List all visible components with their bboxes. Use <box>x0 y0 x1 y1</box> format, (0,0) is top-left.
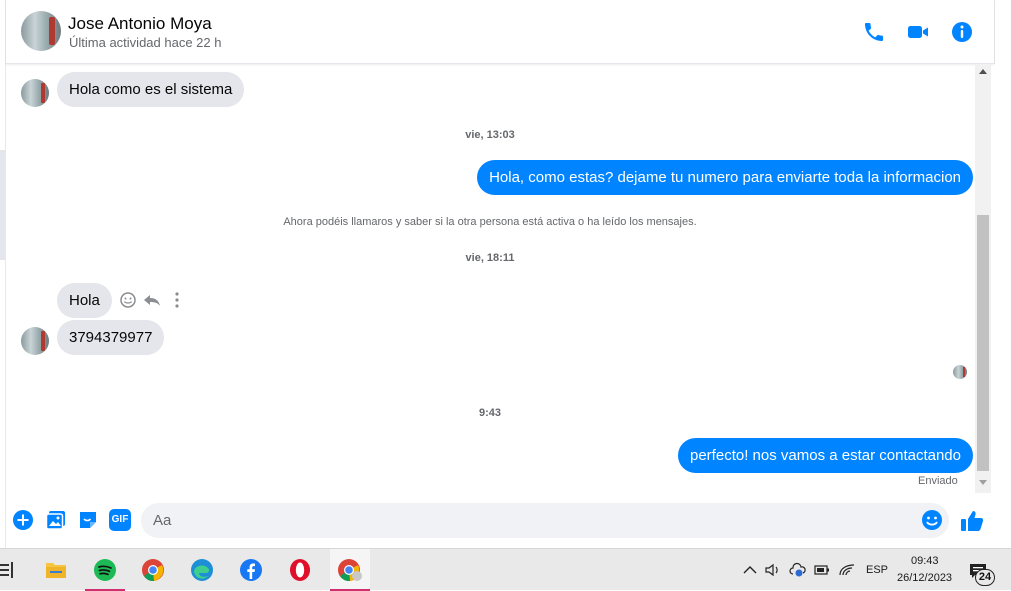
gif-icon[interactable]: GIF <box>109 509 131 531</box>
scroll-up-arrow-icon[interactable] <box>979 69 987 74</box>
chevron-up-icon[interactable] <box>741 561 759 579</box>
spotify-app[interactable] <box>85 549 125 591</box>
conversation-header: Jose Antonio Moya Última actividad hace … <box>6 0 994 64</box>
outgoing-message[interactable]: perfecto! nos vamos a estar contactando <box>678 438 973 473</box>
window-border-right <box>994 0 995 64</box>
video-call-icon[interactable] <box>906 20 930 44</box>
message-composer: GIF <box>6 496 994 548</box>
incoming-message[interactable]: 3794379977 <box>57 320 165 355</box>
incoming-message[interactable]: Hola <box>57 283 112 318</box>
facebook-icon <box>240 559 262 581</box>
task-view-icon[interactable] <box>0 562 14 578</box>
battery-icon[interactable] <box>813 561 831 579</box>
add-icon[interactable] <box>12 509 34 531</box>
input-language[interactable]: ESP <box>866 564 888 576</box>
like-icon[interactable] <box>960 509 984 533</box>
chrome-profile-app[interactable] <box>330 549 370 591</box>
more-options-icon[interactable] <box>168 291 186 309</box>
left-panel-edge <box>0 150 5 260</box>
notification-count-badge[interactable]: 24 <box>975 569 995 586</box>
emoji-icon[interactable] <box>921 509 943 531</box>
sticker-icon[interactable] <box>77 509 99 531</box>
message-input[interactable] <box>141 503 949 538</box>
edge-icon <box>191 559 213 581</box>
seen-indicator-avatar <box>953 365 967 379</box>
folder-icon <box>46 563 66 578</box>
phone-icon[interactable] <box>862 20 886 44</box>
message-thread[interactable]: Hola como es el sistema vie, 13:03 Hola,… <box>6 65 974 493</box>
contact-avatar[interactable] <box>21 11 61 51</box>
reply-icon[interactable] <box>143 291 161 309</box>
thread-scrollbar[interactable] <box>975 65 991 493</box>
volume-icon[interactable] <box>764 561 782 579</box>
outgoing-message[interactable]: Hola, como estas? dejame tu numero para … <box>477 160 973 195</box>
opera-icon <box>290 559 310 581</box>
edge-app[interactable] <box>182 549 222 591</box>
chrome-profile-icon <box>338 559 362 582</box>
opera-app[interactable] <box>280 549 320 591</box>
facebook-app[interactable] <box>231 549 271 591</box>
messenger-window: Jose Antonio Moya Última actividad hace … <box>0 0 1011 548</box>
sync-cloud-icon[interactable] <box>789 561 807 579</box>
message-timestamp: 9:43 <box>478 407 502 419</box>
scrollbar-thumb[interactable] <box>977 215 989 471</box>
system-notice: Ahora podéis llamaros y saber si la otra… <box>283 216 697 228</box>
react-icon[interactable] <box>119 291 137 309</box>
sent-status: Enviado <box>918 475 958 487</box>
clock-date[interactable]: 26/12/2023 <box>897 572 952 584</box>
message-timestamp: vie, 18:11 <box>465 252 515 264</box>
spotify-icon <box>94 559 116 581</box>
clock-time[interactable]: 09:43 <box>911 555 939 567</box>
incoming-message[interactable]: Hola como es el sistema <box>57 72 245 107</box>
windows-taskbar: ESP 09:43 26/12/2023 24 <box>0 548 1011 591</box>
chrome-app[interactable] <box>133 549 173 591</box>
chrome-icon <box>142 559 164 582</box>
message-timestamp: vie, 13:03 <box>465 129 515 141</box>
contact-avatar-small[interactable] <box>21 327 49 355</box>
scroll-down-arrow-icon[interactable] <box>979 480 987 485</box>
contact-name[interactable]: Jose Antonio Moya <box>68 14 212 34</box>
info-icon[interactable] <box>950 20 974 44</box>
contact-avatar-small[interactable] <box>21 79 49 107</box>
file-explorer-app[interactable] <box>36 549 76 591</box>
photo-icon[interactable] <box>45 509 67 531</box>
contact-last-active: Última actividad hace 22 h <box>69 35 222 50</box>
wifi-icon[interactable] <box>838 561 856 579</box>
